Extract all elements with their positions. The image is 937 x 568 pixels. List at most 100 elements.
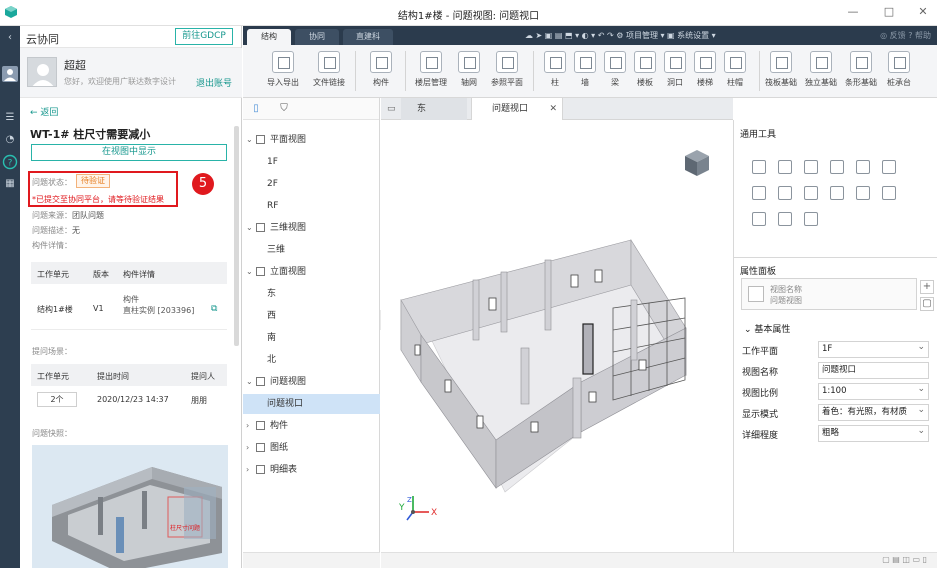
basic-props-section[interactable]: ⌄ 基本属性: [744, 322, 790, 335]
add-type-button[interactable]: +: [920, 280, 934, 294]
copy-icon[interactable]: ⧉: [211, 304, 217, 314]
close-tab-icon[interactable]: ✕: [549, 98, 557, 120]
tab-issue-viewport[interactable]: 问题视口 ✕: [471, 98, 563, 120]
scene-unit-count[interactable]: 2个: [37, 392, 77, 407]
show-in-view-button[interactable]: 在视图中显示: [31, 144, 227, 161]
grid-icon[interactable]: ▦: [2, 176, 18, 192]
tree-node[interactable]: 东: [243, 284, 380, 304]
extend-icon[interactable]: [882, 160, 896, 174]
chevron-right-icon[interactable]: ›: [246, 416, 249, 436]
question-icon[interactable]: ?: [2, 154, 18, 170]
logout-link[interactable]: 退出账号: [196, 76, 232, 89]
file-link-button[interactable]: 文件链接: [309, 51, 349, 88]
raft-foundation-button[interactable]: 筏板基础: [761, 51, 801, 88]
break-icon[interactable]: [804, 186, 818, 200]
property-dropdown[interactable]: 粗略: [818, 425, 929, 442]
filter-icon[interactable]: ⛉: [277, 102, 291, 116]
align-icon[interactable]: [778, 160, 792, 174]
tab-structure[interactable]: 结构: [247, 29, 291, 45]
tree-node[interactable]: 1F: [243, 152, 380, 172]
property-key: 工作平面: [742, 347, 779, 357]
minimize-button[interactable]: —: [845, 4, 861, 20]
group-icon[interactable]: [856, 186, 870, 200]
tab-jianke[interactable]: 直建科: [343, 29, 393, 45]
property-dropdown[interactable]: 着色：有光照，有材质: [818, 404, 929, 421]
property-input[interactable]: 问题视口: [818, 362, 929, 379]
list-icon[interactable]: ☰: [2, 110, 18, 126]
3d-viewport[interactable]: Y X Z: [381, 120, 733, 552]
close-window-button[interactable]: ✕: [915, 4, 931, 20]
opening-icon: [664, 51, 686, 73]
tree-node[interactable]: › 明细表: [243, 460, 380, 480]
viewport-tab-bar: ▭ 东 问题视口 ✕: [381, 98, 733, 120]
chevron-down-icon[interactable]: ⌄: [246, 262, 253, 282]
strip-foundation-button[interactable]: 条形基础: [841, 51, 881, 88]
offset-icon[interactable]: [778, 186, 792, 200]
move-icon[interactable]: [752, 160, 766, 174]
quick-toolbar[interactable]: ☁ ➤ ▣ ▤ ⬒ ▾ ◐ ▾ ↶ ↷ ⚙ 项目管理 ▾ ▣ 系统设置 ▾: [525, 30, 716, 41]
tab-east[interactable]: 东: [401, 98, 467, 120]
tree-node[interactable]: RF: [243, 196, 380, 216]
chevron-down-icon[interactable]: ⌄: [246, 130, 253, 150]
tab-collab[interactable]: 协同: [295, 29, 339, 45]
mirror-icon[interactable]: [882, 186, 896, 200]
tree-node[interactable]: ⌄ 平面视图: [243, 130, 380, 150]
tree-node[interactable]: 问题视口: [243, 394, 380, 414]
ribbon-tab-bar: 结构 协同 直建科 ☁ ➤ ▣ ▤ ⬒ ▾ ◐ ▾ ↶ ↷ ⚙ 项目管理 ▾ ▣…: [243, 26, 937, 45]
back-link[interactable]: ← 返回: [30, 105, 58, 118]
tree-node[interactable]: ⌄ 三维视图: [243, 218, 380, 238]
chevron-right-icon[interactable]: ›: [246, 460, 249, 480]
tree-node[interactable]: 北: [243, 350, 380, 370]
issue-snapshot-image[interactable]: 柱尺寸问题: [32, 445, 228, 568]
column-cap-button[interactable]: 柱帽: [715, 51, 755, 88]
array-icon[interactable]: [830, 186, 844, 200]
collab-title: 云协同: [26, 33, 59, 46]
tree-node[interactable]: › 图纸: [243, 438, 380, 458]
chevron-down-icon[interactable]: ⌄: [246, 372, 253, 392]
tree-node[interactable]: › 构件: [243, 416, 380, 436]
feedback-help[interactable]: ◎ 反馈 ? 帮助: [880, 30, 931, 41]
rotate-icon[interactable]: [804, 160, 818, 174]
goto-gdcp-button[interactable]: 前往GDCP: [175, 28, 233, 45]
collapse-arrow-icon[interactable]: ‹: [2, 30, 18, 46]
copy-tool-icon[interactable]: [752, 186, 766, 200]
general-tools-panel: 通用工具: [733, 120, 937, 258]
tree-node[interactable]: 西: [243, 306, 380, 326]
chevron-right-icon[interactable]: ›: [246, 438, 249, 458]
maximize-button[interactable]: □: [881, 4, 897, 20]
compass-icon[interactable]: ◔: [2, 132, 18, 148]
tree-node[interactable]: ⌄ 立面视图: [243, 262, 380, 282]
viewport-restore-icon[interactable]: ▭: [387, 98, 396, 120]
edit-type-button[interactable]: ▢: [920, 297, 934, 311]
measure-icon[interactable]: [804, 212, 818, 226]
import-export-button[interactable]: 导入导出: [263, 51, 303, 88]
isolated-foundation-button[interactable]: 独立基础: [801, 51, 841, 88]
panel-layout-icon[interactable]: ▯: [249, 102, 263, 116]
property-dropdown[interactable]: 1:100: [818, 383, 929, 400]
status-bar-icons[interactable]: ▢ ▤ ◫ ▭ ▯: [882, 555, 927, 564]
grid-button[interactable]: 轴网: [449, 51, 489, 88]
component-button[interactable]: 构件: [361, 51, 401, 88]
desc-label: 问题描述：: [32, 226, 72, 235]
match-icon[interactable]: [778, 212, 792, 226]
trim-icon[interactable]: [856, 160, 870, 174]
highlighted-column[interactable]: [582, 323, 594, 375]
slab-icon: [634, 51, 656, 73]
split-icon[interactable]: [830, 160, 844, 174]
chevron-down-icon[interactable]: ⌄: [246, 218, 253, 238]
view-cube-icon[interactable]: [685, 150, 709, 176]
svg-text:?: ?: [8, 159, 13, 169]
property-dropdown[interactable]: 1F: [818, 341, 929, 358]
user-icon[interactable]: [2, 66, 18, 82]
pile-cap-button[interactable]: 桩承台: [879, 51, 919, 88]
tree-node[interactable]: 南: [243, 328, 380, 348]
type-selector[interactable]: 视图名称 问题视图: [741, 278, 917, 310]
comp-cell-detail-2[interactable]: 直柱实例 [203396]: [123, 305, 194, 316]
collab-scrollbar[interactable]: [234, 126, 239, 346]
tree-node[interactable]: 2F: [243, 174, 380, 194]
delete-icon[interactable]: [752, 212, 766, 226]
tree-node[interactable]: ⌄ 问题视图: [243, 372, 380, 392]
tree-node[interactable]: 三维: [243, 240, 380, 260]
floor-manage-button[interactable]: 楼层管理: [411, 51, 451, 88]
ref-plane-button[interactable]: 参照平面: [487, 51, 527, 88]
